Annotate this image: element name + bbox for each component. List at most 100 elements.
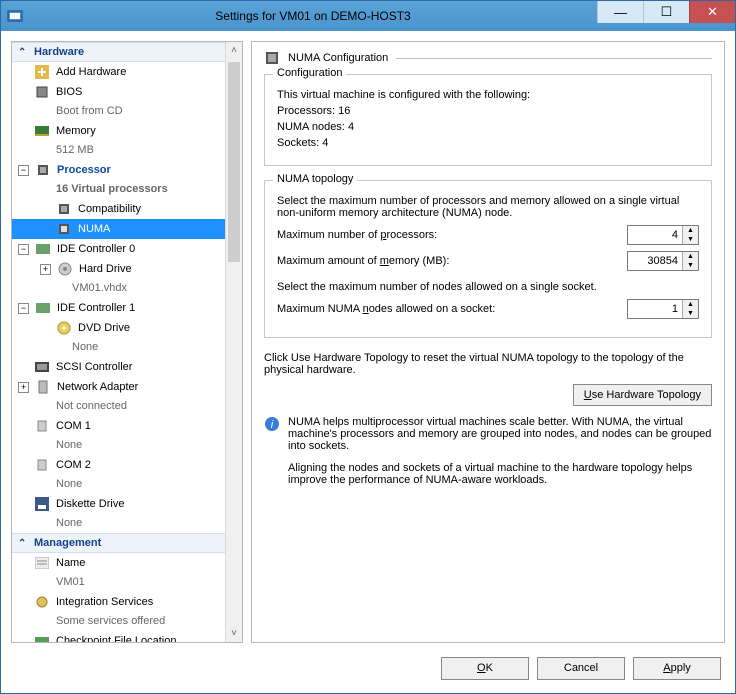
processor-icon <box>35 162 51 178</box>
topology-intro: Select the maximum number of processors … <box>277 195 699 219</box>
chevron-up-icon: ⌃ <box>18 538 30 549</box>
collapse-icon[interactable]: − <box>18 244 29 255</box>
nav-integration[interactable]: Integration Services <box>12 592 225 612</box>
reset-note: Click Use Hardware Topology to reset the… <box>264 352 712 376</box>
tree-scrollbar[interactable]: ˄ ˅ <box>225 42 242 642</box>
scsi-icon <box>34 359 50 375</box>
chevron-up-icon: ⌃ <box>18 47 30 58</box>
configuration-group: Configuration This virtual machine is co… <box>264 74 712 166</box>
nav-name-detail: VM01 <box>12 573 225 592</box>
minimize-button[interactable]: — <box>597 1 643 23</box>
scroll-down-icon[interactable]: ˅ <box>226 625 242 642</box>
nav-tree: ⌃ Hardware Add Hardware BIOS Boot from C… <box>11 41 243 643</box>
close-button[interactable]: ✕ <box>689 1 735 23</box>
configuration-legend: Configuration <box>273 67 346 79</box>
nav-bios[interactable]: BIOS <box>12 82 225 102</box>
expand-icon[interactable]: + <box>40 264 51 275</box>
spin-up-icon[interactable]: ▲ <box>683 300 698 309</box>
app-icon <box>7 8 23 24</box>
max-memory-spinner[interactable]: ▲▼ <box>627 251 699 271</box>
content-panel: NUMA Configuration Configuration This vi… <box>251 41 725 643</box>
nav-dvd-detail: None <box>12 338 225 357</box>
info-text-1: NUMA helps multiprocessor virtual machin… <box>288 416 712 452</box>
dvd-icon <box>56 320 72 336</box>
nav-memory[interactable]: Memory <box>12 121 225 141</box>
network-icon <box>35 379 51 395</box>
nav-compatibility[interactable]: Compatibility <box>12 199 225 219</box>
max-memory-label: Maximum amount of memory (MB): <box>277 255 627 267</box>
collapse-icon[interactable]: − <box>18 303 29 314</box>
nav-bios-detail: Boot from CD <box>12 102 225 121</box>
chip-icon <box>34 84 50 100</box>
nav-network-detail: Not connected <box>12 397 225 416</box>
max-processors-label: Maximum number of processors: <box>277 229 627 241</box>
nav-com2[interactable]: COM 2 <box>12 455 225 475</box>
nav-add-hardware[interactable]: Add Hardware <box>12 62 225 82</box>
topology-group: NUMA topology Select the maximum number … <box>264 180 712 338</box>
nav-com1[interactable]: COM 1 <box>12 416 225 436</box>
topology-legend: NUMA topology <box>273 173 357 185</box>
processor-icon <box>56 201 72 217</box>
nav-memory-detail: 512 MB <box>12 141 225 160</box>
config-intro: This virtual machine is configured with … <box>277 89 699 101</box>
nav-ide0[interactable]: − IDE Controller 0 <box>12 239 225 259</box>
section-management[interactable]: ⌃ Management <box>12 533 225 553</box>
services-icon <box>34 594 50 610</box>
cancel-button[interactable]: Cancel <box>537 657 625 680</box>
scroll-up-icon[interactable]: ˄ <box>226 42 242 59</box>
maximize-button[interactable]: ☐ <box>643 1 689 23</box>
nav-checkpoint[interactable]: Checkpoint File Location <box>12 631 225 642</box>
nav-dvd[interactable]: DVD Drive <box>12 318 225 338</box>
add-hardware-icon <box>34 64 50 80</box>
max-processors-spinner[interactable]: ▲▼ <box>627 225 699 245</box>
max-nodes-spinner[interactable]: ▲▼ <box>627 299 699 319</box>
nav-processor-detail: 16 Virtual processors <box>12 180 225 199</box>
info-icon: i <box>264 416 280 432</box>
nav-diskette-detail: None <box>12 514 225 533</box>
settings-window: Settings for VM01 on DEMO-HOST3 — ☐ ✕ ⌃ … <box>0 0 736 694</box>
nav-integration-detail: Some services offered <box>12 612 225 631</box>
max-memory-input[interactable] <box>628 252 682 270</box>
ok-button[interactable]: OK <box>441 657 529 680</box>
collapse-icon[interactable]: − <box>18 165 29 176</box>
spin-up-icon[interactable]: ▲ <box>683 252 698 261</box>
disk-icon <box>57 261 73 277</box>
titlebar[interactable]: Settings for VM01 on DEMO-HOST3 — ☐ ✕ <box>1 1 735 31</box>
folder-icon <box>34 633 50 642</box>
use-hardware-topology-button[interactable]: Use Hardware Topology <box>573 384 712 406</box>
processor-icon <box>264 50 280 66</box>
nav-name[interactable]: Name <box>12 553 225 573</box>
memory-icon <box>34 123 50 139</box>
section-hardware[interactable]: ⌃ Hardware <box>12 42 225 62</box>
spin-up-icon[interactable]: ▲ <box>683 226 698 235</box>
nav-harddrive-detail: VM01.vhdx <box>12 279 225 298</box>
config-numa-nodes: NUMA nodes: 4 <box>277 121 699 133</box>
nav-harddrive[interactable]: + Hard Drive <box>12 259 225 279</box>
config-processors: Processors: 16 <box>277 105 699 117</box>
nav-ide1[interactable]: − IDE Controller 1 <box>12 298 225 318</box>
scroll-thumb[interactable] <box>228 62 240 262</box>
window-title: Settings for VM01 on DEMO-HOST3 <box>29 9 597 23</box>
expand-icon[interactable]: + <box>18 382 29 393</box>
max-nodes-input[interactable] <box>628 300 682 318</box>
topology-socket-intro: Select the maximum number of nodes allow… <box>277 281 699 293</box>
nav-processor[interactable]: − Processor <box>12 160 225 180</box>
nav-network[interactable]: + Network Adapter <box>12 377 225 397</box>
nav-diskette[interactable]: Diskette Drive <box>12 494 225 514</box>
config-sockets: Sockets: 4 <box>277 137 699 149</box>
max-nodes-label: Maximum NUMA nodes allowed on a socket: <box>277 303 627 315</box>
spin-down-icon[interactable]: ▼ <box>683 309 698 318</box>
spin-down-icon[interactable]: ▼ <box>683 235 698 244</box>
serial-port-icon <box>34 457 50 473</box>
apply-button[interactable]: Apply <box>633 657 721 680</box>
name-icon <box>34 555 50 571</box>
nav-com2-detail: None <box>12 475 225 494</box>
controller-icon <box>35 300 51 316</box>
processor-icon <box>56 221 72 237</box>
diskette-icon <box>34 496 50 512</box>
nav-numa[interactable]: NUMA <box>12 219 225 239</box>
max-processors-input[interactable] <box>628 226 682 244</box>
spin-down-icon[interactable]: ▼ <box>683 261 698 270</box>
nav-com1-detail: None <box>12 436 225 455</box>
nav-scsi[interactable]: SCSI Controller <box>12 357 225 377</box>
